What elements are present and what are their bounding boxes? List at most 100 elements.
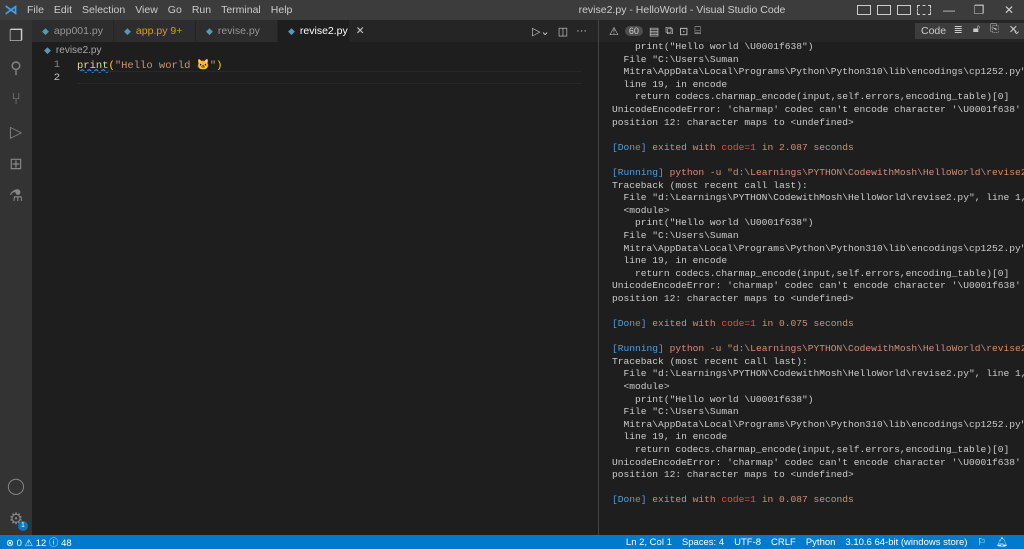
output-line: UnicodeEncodeError: 'charmap' codec can'… bbox=[612, 280, 1024, 293]
output-text: print("Hello world \U0001f638") bbox=[612, 42, 814, 52]
menu-edit[interactable]: Edit bbox=[49, 4, 77, 16]
problems-status[interactable]: ⊗ 0 ⚠ 12 ⓘ 48 bbox=[6, 535, 72, 549]
testing-icon[interactable]: ⚗ bbox=[0, 180, 32, 212]
output-text: line 19, in encode bbox=[612, 431, 728, 443]
line-number: 2 bbox=[53, 71, 60, 84]
code-function: print bbox=[77, 59, 109, 72]
menu-terminal[interactable]: Terminal bbox=[216, 4, 266, 16]
customize-layout-icon[interactable] bbox=[917, 5, 931, 15]
encoding[interactable]: UTF-8 bbox=[734, 537, 761, 548]
output-text: python -u "d:\Learnings\PYTHON\CodewithM… bbox=[663, 343, 1024, 355]
run-debug-icon[interactable]: ▷ bbox=[0, 116, 32, 148]
output-text: return codecs.charmap_encode(input,self.… bbox=[612, 444, 1010, 455]
output-line: <module> bbox=[612, 381, 1024, 394]
output-line: [Done] exited with code=1 in 0.087 secon… bbox=[612, 494, 1024, 507]
code-editor[interactable]: 1 print("Hello world 🐱") 2 bbox=[32, 58, 598, 535]
source-control-icon[interactable]: ⑂ bbox=[0, 84, 32, 116]
output-text: Traceback (most recent call last): bbox=[612, 355, 808, 367]
minimize-button[interactable]: — bbox=[934, 3, 964, 17]
python-interpreter[interactable]: 3.10.6 64-bit (windows store) bbox=[845, 537, 967, 548]
account-icon[interactable]: ◯ bbox=[0, 470, 32, 502]
tab-revise2[interactable]: ◆ revise2.py ✕ bbox=[278, 20, 365, 42]
output-text: <module> bbox=[612, 204, 670, 216]
current-line-highlight bbox=[77, 71, 582, 84]
output-text: File "d:\Learnings\PYTHON\CodewithMosh\H… bbox=[612, 368, 1024, 380]
terminal-icon[interactable]: ⊡ bbox=[679, 25, 688, 38]
output-line: print("Hello world \U0001f638") bbox=[612, 217, 1024, 230]
language-mode[interactable]: Python bbox=[806, 537, 836, 548]
code-line: 1 print("Hello world 🐱") bbox=[32, 58, 598, 72]
ports-icon[interactable]: ⌸ bbox=[694, 25, 701, 38]
output-line: line 19, in encode bbox=[612, 431, 1024, 444]
menu-file[interactable]: File bbox=[22, 4, 49, 16]
toggle-panel-icon[interactable] bbox=[877, 5, 891, 15]
tab-label: revise.py bbox=[217, 25, 260, 37]
output-text: UnicodeEncodeError: 'charmap' codec can'… bbox=[612, 456, 1024, 468]
split-editor-icon[interactable]: ◫ bbox=[558, 25, 568, 38]
toggle-secondary-sidebar-icon[interactable] bbox=[897, 5, 911, 15]
clear-output-icon[interactable]: ≣ bbox=[954, 23, 963, 36]
breadcrumb[interactable]: ◆ revise2.py bbox=[32, 42, 102, 58]
debug-console-icon[interactable]: ⧉ bbox=[665, 25, 673, 38]
warning-icon[interactable]: ⚠ bbox=[609, 25, 619, 38]
settings-badge: 1 bbox=[18, 521, 28, 531]
menu-go[interactable]: Go bbox=[163, 4, 187, 16]
problems-count-badge: 60 bbox=[624, 26, 643, 36]
output-line: line 19, in encode bbox=[612, 255, 1024, 268]
python-file-icon: ◆ bbox=[288, 25, 295, 36]
cursor-position[interactable]: Ln 2, Col 1 bbox=[626, 537, 672, 548]
close-panel-icon[interactable]: ✕ bbox=[1009, 23, 1018, 36]
menu-help[interactable]: Help bbox=[266, 4, 298, 16]
tab-app001[interactable]: ◆ app001.py bbox=[32, 20, 114, 42]
output-icon[interactable]: ▤ bbox=[649, 25, 659, 38]
restore-button[interactable]: ❐ bbox=[964, 3, 994, 17]
toggle-sidebar-icon[interactable] bbox=[857, 5, 871, 15]
output-line: print("Hello world \U0001f638") bbox=[612, 394, 1024, 407]
close-tab-icon[interactable]: ✕ bbox=[356, 25, 365, 37]
menu-selection[interactable]: Selection bbox=[77, 4, 130, 16]
menu-view[interactable]: View bbox=[130, 4, 163, 16]
more-actions-icon[interactable]: ··· bbox=[576, 25, 587, 37]
output-text: code=1 bbox=[721, 494, 756, 506]
settings-gear-icon[interactable]: ⚙ 1 bbox=[0, 503, 32, 535]
output-line: [Running] python -u "d:\Learnings\PYTHON… bbox=[612, 343, 1024, 356]
tab-app[interactable]: ◆ app.py 9+ bbox=[114, 20, 196, 42]
output-text: [Running] bbox=[612, 166, 664, 178]
output-line: File "C:\Users\Suman bbox=[612, 406, 1024, 419]
tab-label: revise2.py bbox=[299, 25, 348, 37]
feedback-icon[interactable]: ⚐ bbox=[977, 537, 986, 548]
line-ending[interactable]: CRLF bbox=[771, 537, 796, 548]
output-panel[interactable]: print("Hello world \U0001f638") File "C:… bbox=[599, 42, 1024, 535]
python-file-icon: ◆ bbox=[42, 25, 49, 36]
extensions-icon[interactable]: ⊞ bbox=[0, 148, 32, 180]
output-text: Mitra\AppData\Local\Programs\Python\Pyth… bbox=[612, 66, 1024, 78]
output-line: File "d:\Learnings\PYTHON\CodewithMosh\H… bbox=[612, 192, 1024, 205]
indentation[interactable]: Spaces: 4 bbox=[682, 537, 724, 548]
code-string: "Hello world 🐱" bbox=[114, 59, 217, 72]
output-line: print("Hello world \U0001f638") bbox=[612, 42, 1024, 54]
breadcrumb-file: revise2.py bbox=[55, 44, 102, 56]
menu-run[interactable]: Run bbox=[187, 4, 216, 16]
editor-tabs: ◆ app001.py ◆ app.py 9+ ◆ revise.py ◆ revise… bbox=[32, 20, 598, 42]
panel-toolbar: ⚠ 60 ▤ ⧉ ⊡ ⌸ Code ⌄ ≣ 🔓︎ ⎘ ✕ bbox=[599, 20, 1024, 42]
explorer-icon[interactable]: ❐ bbox=[0, 20, 32, 52]
lock-scroll-icon[interactable]: 🔓︎ bbox=[973, 23, 980, 36]
notifications-bell-icon[interactable]: 🔔︎ bbox=[996, 537, 1008, 548]
info-count: 48 bbox=[61, 538, 72, 549]
python-file-icon: ◆ bbox=[44, 44, 51, 55]
python-file-icon: ◆ bbox=[124, 25, 131, 36]
search-icon[interactable]: ⚲ bbox=[0, 52, 32, 84]
output-line: File "d:\Learnings\PYTHON\CodewithMosh\H… bbox=[612, 368, 1024, 381]
open-in-editor-icon[interactable]: ⎘ bbox=[990, 23, 999, 36]
output-text: return codecs.charmap_encode(input,self.… bbox=[612, 91, 1010, 103]
close-window-button[interactable]: ✕ bbox=[994, 3, 1024, 17]
run-file-icon[interactable]: ▷⌄ bbox=[532, 25, 550, 38]
output-text: position 12: character maps to <undefine… bbox=[612, 469, 854, 481]
output-line: return codecs.charmap_encode(input,self.… bbox=[612, 91, 1024, 104]
output-text: [Done] bbox=[612, 318, 647, 330]
output-line: line 19, in encode bbox=[612, 79, 1024, 92]
output-line: <module> bbox=[612, 205, 1024, 218]
tab-revise[interactable]: ◆ revise.py bbox=[196, 20, 278, 42]
output-line: Traceback (most recent call last): bbox=[612, 180, 1024, 193]
